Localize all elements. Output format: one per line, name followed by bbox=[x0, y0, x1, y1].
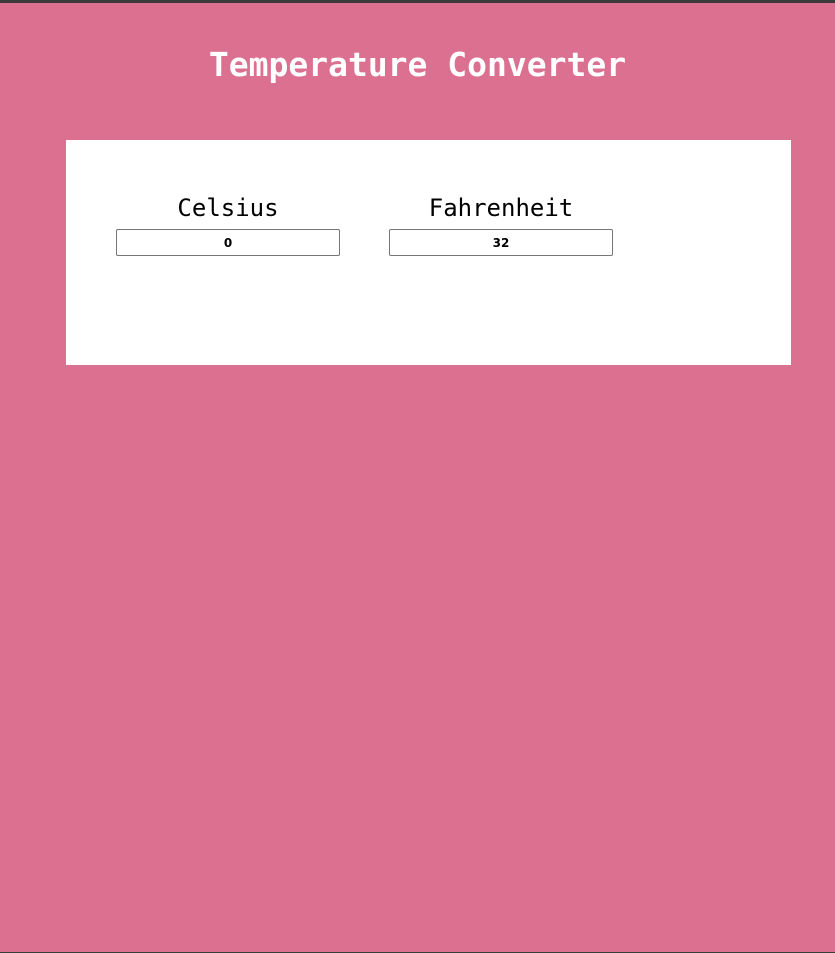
fahrenheit-input[interactable] bbox=[389, 229, 613, 256]
fahrenheit-field: Fahrenheit bbox=[389, 193, 613, 256]
fahrenheit-label: Fahrenheit bbox=[428, 194, 574, 222]
celsius-label: Celsius bbox=[177, 194, 279, 222]
page-title: Temperature Converter bbox=[208, 45, 627, 84]
converter-panel: Celsius Fahrenheit bbox=[66, 140, 791, 365]
celsius-field: Celsius bbox=[116, 193, 340, 256]
celsius-input[interactable] bbox=[116, 229, 340, 256]
